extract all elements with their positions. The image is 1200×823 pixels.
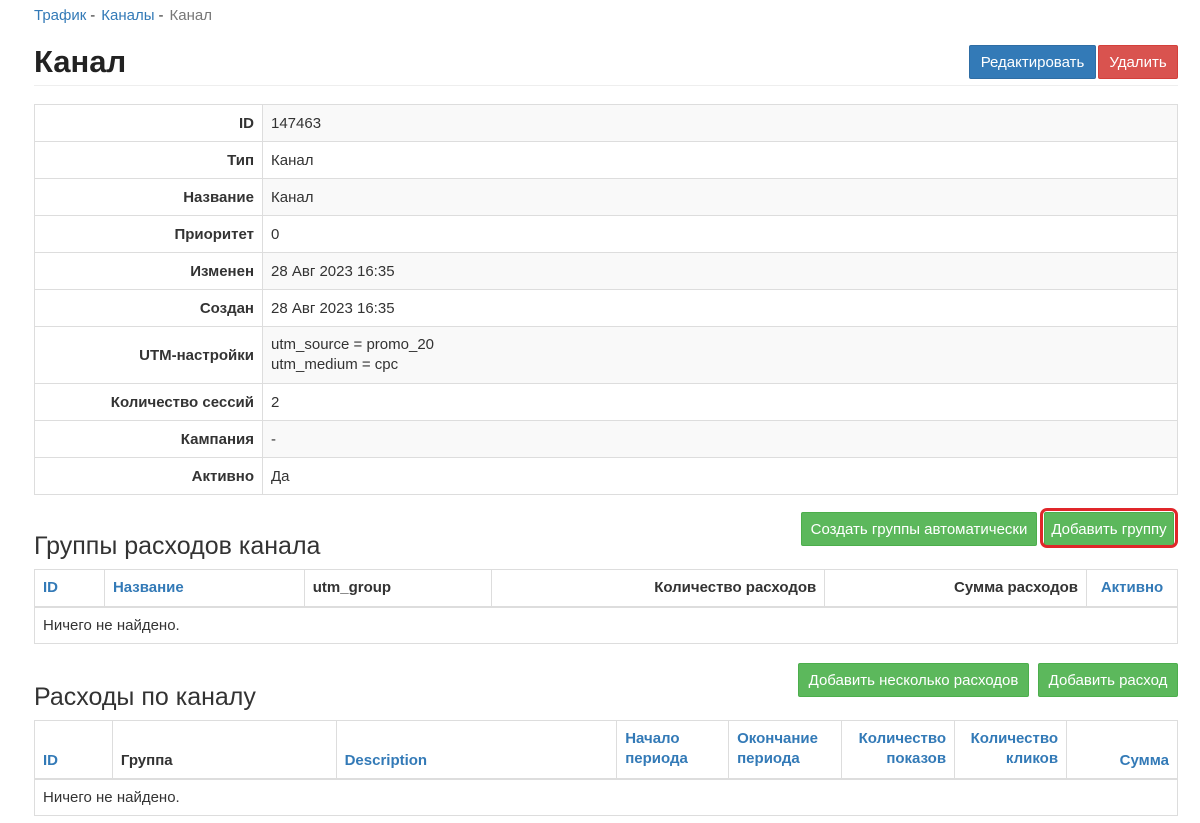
detail-label: Приоритет — [34, 215, 263, 253]
breadcrumb-link-traffic[interactable]: Трафик — [34, 7, 86, 24]
expenses-section-title: Расходы по каналу — [34, 683, 256, 711]
detail-row-name: Название Канал — [34, 178, 1178, 216]
column-header-sum[interactable]: Сумма — [1066, 720, 1178, 780]
page-title: Канал — [34, 44, 127, 79]
detail-row-modified: Изменен 28 Авг 2023 16:35 — [34, 252, 1178, 290]
highlight-frame — [1040, 508, 1178, 548]
table-row: Ничего не найдено. — [34, 606, 1178, 644]
title-divider — [34, 85, 1178, 86]
delete-button[interactable]: Удалить — [1098, 45, 1178, 79]
channel-detail-table: ID 147463 Тип Канал Название Канал Приор… — [34, 104, 1178, 495]
breadcrumb-separator: - — [158, 7, 164, 24]
create-groups-auto-button[interactable]: Создать группы автоматически — [801, 512, 1037, 546]
column-header-impressions[interactable]: Количество показов — [841, 720, 956, 780]
detail-row-utm: UTM-настройки utm_source = promo_20 utm_… — [34, 326, 1178, 384]
column-header-description[interactable]: Description — [335, 720, 618, 780]
detail-label: Количество сессий — [34, 383, 263, 421]
column-header-id[interactable]: ID — [34, 569, 105, 608]
detail-label: UTM-настройки — [34, 326, 263, 384]
breadcrumb-current: Канал — [169, 7, 213, 24]
expenses-table: ID Группа Description Начало периода Окон… — [34, 720, 1178, 816]
detail-value: 28 Авг 2023 16:35 — [262, 289, 1178, 327]
detail-label: Кампания — [34, 420, 263, 458]
detail-value: utm_source = promo_20 utm_medium = cpc — [262, 326, 1178, 384]
empty-message: Ничего не найдено. — [34, 606, 1178, 644]
column-header-period-start[interactable]: Начало периода — [616, 720, 730, 780]
utm-line: utm_medium = cpc — [271, 356, 399, 373]
groups-table: ID Название utm_group Количество расходо… — [34, 569, 1178, 644]
column-header-period-end[interactable]: Окончание периода — [728, 720, 843, 780]
detail-label: Изменен — [34, 252, 263, 290]
detail-row-priority: Приоритет 0 — [34, 215, 1178, 253]
breadcrumb: Трафик - Каналы - Канал — [34, 7, 212, 24]
detail-row-sessions: Количество сессий 2 — [34, 383, 1178, 421]
breadcrumb-link-channels[interactable]: Каналы — [101, 7, 154, 24]
detail-row-active: Активно Да — [34, 457, 1178, 495]
column-header-utm-group: utm_group — [303, 569, 492, 608]
column-header-expense-count: Количество расходов — [490, 569, 826, 608]
column-header-id[interactable]: ID — [34, 720, 113, 780]
table-row: Ничего не найдено. — [34, 778, 1178, 816]
add-multiple-expenses-button[interactable]: Добавить несколько расходов — [798, 663, 1029, 697]
breadcrumb-separator: - — [90, 7, 96, 24]
detail-row-id: ID 147463 — [34, 104, 1178, 142]
detail-label: Создан — [34, 289, 263, 327]
column-header-expense-sum: Сумма расходов — [824, 569, 1087, 608]
add-expense-button[interactable]: Добавить расход — [1038, 663, 1178, 697]
detail-label: ID — [34, 104, 263, 142]
detail-label: Тип — [34, 141, 263, 179]
detail-value: 0 — [262, 215, 1178, 253]
detail-value: 28 Авг 2023 16:35 — [262, 252, 1178, 290]
groups-section-title: Группы расходов канала — [34, 532, 321, 560]
detail-value: 2 — [262, 383, 1178, 421]
detail-value: Канал — [262, 141, 1178, 179]
detail-row-campaign: Кампания - — [34, 420, 1178, 458]
detail-label: Активно — [34, 457, 263, 495]
column-header-name[interactable]: Название — [103, 569, 305, 608]
detail-row-type: Тип Канал — [34, 141, 1178, 179]
detail-value: Да — [262, 457, 1178, 495]
detail-value: - — [262, 420, 1178, 458]
detail-value: Канал — [262, 178, 1178, 216]
column-header-group: Группа — [111, 720, 337, 780]
edit-button[interactable]: Редактировать — [969, 45, 1096, 79]
column-header-clicks[interactable]: Количество кликов — [954, 720, 1068, 780]
empty-message: Ничего не найдено. — [34, 778, 1178, 816]
detail-value: 147463 — [262, 104, 1178, 142]
column-header-active[interactable]: Активно — [1086, 569, 1178, 608]
utm-line: utm_source = promo_20 — [271, 336, 435, 353]
detail-label: Название — [34, 178, 263, 216]
detail-row-created: Создан 28 Авг 2023 16:35 — [34, 289, 1178, 327]
